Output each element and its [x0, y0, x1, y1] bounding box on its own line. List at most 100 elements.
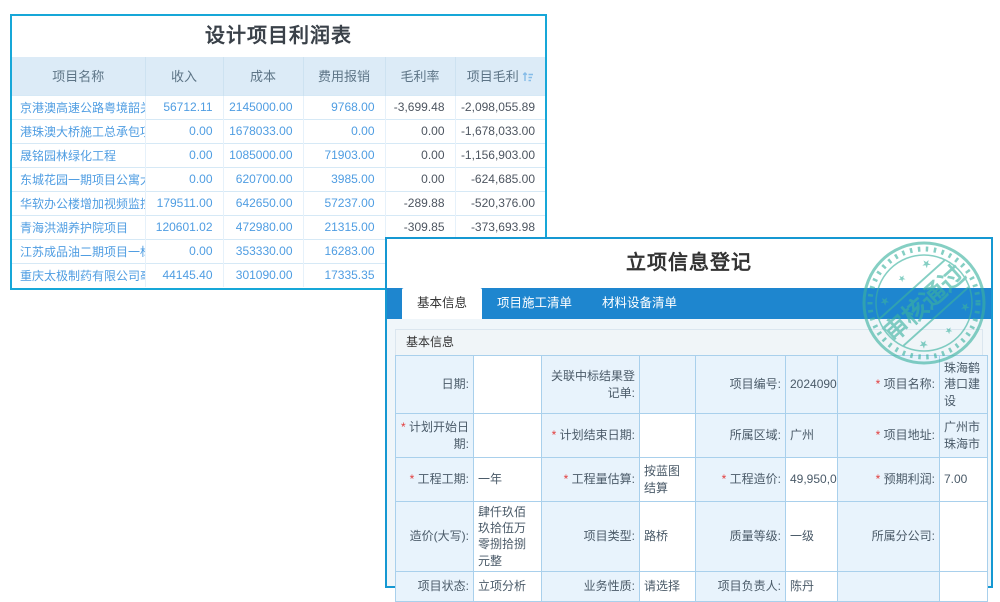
margin-cell: 0.00 [385, 167, 455, 191]
field-label-project-name: 项目名称: [838, 356, 940, 414]
registration-content: 基本信息 日期: 关联中标结果登记单: 项目编号: 2024090007 项目名… [387, 319, 991, 586]
gross-profit-cell: -373,693.98 [455, 215, 545, 239]
cost-cell: 642650.00 [223, 191, 303, 215]
col-header-cost[interactable]: 成本 [223, 57, 303, 95]
project-name-cell[interactable]: 港珠澳大桥施工总承包项目 [12, 119, 145, 143]
income-cell: 179511.00 [145, 191, 223, 215]
field-value-project-status[interactable]: 立项分析 [474, 571, 542, 601]
project-name-cell[interactable]: 华软办公楼增加视频监控项 [12, 191, 145, 215]
field-value-project-name[interactable]: 珠海鹤港口建设 [940, 356, 988, 414]
cost-cell: 2145000.00 [223, 95, 303, 119]
margin-cell: -289.88 [385, 191, 455, 215]
field-value-project-number: 2024090007 [786, 356, 838, 414]
margin-cell: 0.00 [385, 143, 455, 167]
field-label-plan-start-date: 计划开始日期: [396, 414, 474, 458]
section-header-basic-info: 基本信息 [395, 329, 983, 355]
field-value-expected-profit[interactable]: 7.00 [940, 458, 988, 502]
project-name-cell[interactable]: 青海洪湖养护院项目 [12, 215, 145, 239]
table-row[interactable]: 华软办公楼增加视频监控项 179511.00 642650.00 57237.0… [12, 191, 545, 215]
field-value-related-bid-result[interactable] [640, 356, 696, 414]
field-value-project-type[interactable]: 路桥 [640, 502, 696, 572]
field-value-quantity-estimate[interactable]: 按蓝图结算 [640, 458, 696, 502]
tab-construction-list[interactable]: 项目施工清单 [482, 288, 587, 319]
field-value-project-duration[interactable]: 一年 [474, 458, 542, 502]
registration-title: 立项信息登记 [387, 239, 991, 288]
expense-cell: 17335.35 [303, 263, 385, 287]
income-cell: 0.00 [145, 239, 223, 263]
field-value-branch-company[interactable] [940, 502, 988, 572]
gross-profit-cell: -1,156,903.00 [455, 143, 545, 167]
field-label-project-type: 项目类型: [542, 502, 640, 572]
field-label-empty [838, 571, 940, 601]
table-row[interactable]: 晟铭园林绿化工程 0.00 1085000.00 71903.00 0.00 -… [12, 143, 545, 167]
sort-icon[interactable] [522, 71, 534, 83]
field-label-cost-in-words: 造价(大写): [396, 502, 474, 572]
field-label-region: 所属区域: [696, 414, 786, 458]
expense-cell: 0.00 [303, 119, 385, 143]
expense-cell: 16283.00 [303, 239, 385, 263]
field-label-project-address: 项目地址: [838, 414, 940, 458]
gross-profit-cell: -1,678,033.00 [455, 119, 545, 143]
tab-basic-info[interactable]: 基本信息 [402, 288, 482, 319]
field-value-project-cost[interactable]: 49,950,088.00 [786, 458, 838, 502]
expense-cell: 71903.00 [303, 143, 385, 167]
income-cell: 44145.40 [145, 263, 223, 287]
field-label-project-leader: 项目负责人: [696, 571, 786, 601]
expense-cell: 3985.00 [303, 167, 385, 191]
profit-table-title: 设计项目利润表 [12, 16, 545, 57]
field-label-project-cost: 工程造价: [696, 458, 786, 502]
profit-header-row: 项目名称 收入 成本 费用报销 毛利率 项目毛利 [12, 57, 545, 95]
income-cell: 0.00 [145, 143, 223, 167]
margin-cell: -3,699.48 [385, 95, 455, 119]
field-value-quality-grade[interactable]: 一级 [786, 502, 838, 572]
tab-material-equipment-list[interactable]: 材料设备清单 [587, 288, 692, 319]
cost-cell: 472980.00 [223, 215, 303, 239]
table-row[interactable]: 京港澳高速公路粤境韶关至 56712.11 2145000.00 9768.00… [12, 95, 545, 119]
table-row[interactable]: 港珠澳大桥施工总承包项目 0.00 1678033.00 0.00 0.00 -… [12, 119, 545, 143]
field-label-project-duration: 工程工期: [396, 458, 474, 502]
field-label-expected-profit: 预期利润: [838, 458, 940, 502]
cost-cell: 620700.00 [223, 167, 303, 191]
col-header-income[interactable]: 收入 [145, 57, 223, 95]
field-value-project-leader[interactable]: 陈丹 [786, 571, 838, 601]
field-value-project-address[interactable]: 广州市珠海市 [940, 414, 988, 458]
project-name-cell[interactable]: 东城花园一期项目公寓大堂 [12, 167, 145, 191]
field-label-plan-end-date: 计划结束日期: [542, 414, 640, 458]
table-row[interactable]: 东城花园一期项目公寓大堂 0.00 620700.00 3985.00 0.00… [12, 167, 545, 191]
project-name-cell[interactable]: 江苏成品油二期项目一标段 [12, 239, 145, 263]
income-cell: 56712.11 [145, 95, 223, 119]
field-label-project-status: 项目状态: [396, 571, 474, 601]
field-label-business-nature: 业务性质: [542, 571, 640, 601]
project-name-cell[interactable]: 重庆太极制药有限公司亳州 [12, 263, 145, 287]
income-cell: 0.00 [145, 167, 223, 191]
project-name-cell[interactable]: 京港澳高速公路粤境韶关至 [12, 95, 145, 119]
field-value-plan-start-date[interactable] [474, 414, 542, 458]
gross-profit-cell: -2,098,055.89 [455, 95, 545, 119]
field-label-date: 日期: [396, 356, 474, 414]
income-cell: 0.00 [145, 119, 223, 143]
col-header-margin[interactable]: 毛利率 [385, 57, 455, 95]
margin-cell: 0.00 [385, 119, 455, 143]
col-header-project-name[interactable]: 项目名称 [12, 57, 145, 95]
table-row[interactable]: 青海洪湖养护院项目 120601.02 472980.00 21315.00 -… [12, 215, 545, 239]
gross-profit-cell: -624,685.00 [455, 167, 545, 191]
field-value-business-nature[interactable]: 请选择 [640, 571, 696, 601]
project-name-cell[interactable]: 晟铭园林绿化工程 [12, 143, 145, 167]
tab-bar: 基本信息 项目施工清单 材料设备清单 [387, 288, 991, 319]
field-value-cost-in-words[interactable]: 肆仟玖佰玖拾伍万零捌拾捌元整 [474, 502, 542, 572]
cost-cell: 353330.00 [223, 239, 303, 263]
field-value-empty[interactable] [940, 571, 988, 601]
field-label-project-number: 项目编号: [696, 356, 786, 414]
expense-cell: 57237.00 [303, 191, 385, 215]
field-value-region[interactable]: 广州 [786, 414, 838, 458]
field-value-date[interactable] [474, 356, 542, 414]
col-header-gross-profit[interactable]: 项目毛利 [455, 57, 545, 95]
col-header-gross-profit-label: 项目毛利 [467, 69, 519, 84]
field-value-plan-end-date[interactable] [640, 414, 696, 458]
income-cell: 120601.02 [145, 215, 223, 239]
expense-cell: 9768.00 [303, 95, 385, 119]
field-label-quality-grade: 质量等级: [696, 502, 786, 572]
registration-panel: 立项信息登记 基本信息 项目施工清单 材料设备清单 基本信息 日期: 关联中标结… [385, 237, 993, 588]
margin-cell: -309.85 [385, 215, 455, 239]
col-header-expense[interactable]: 费用报销 [303, 57, 385, 95]
